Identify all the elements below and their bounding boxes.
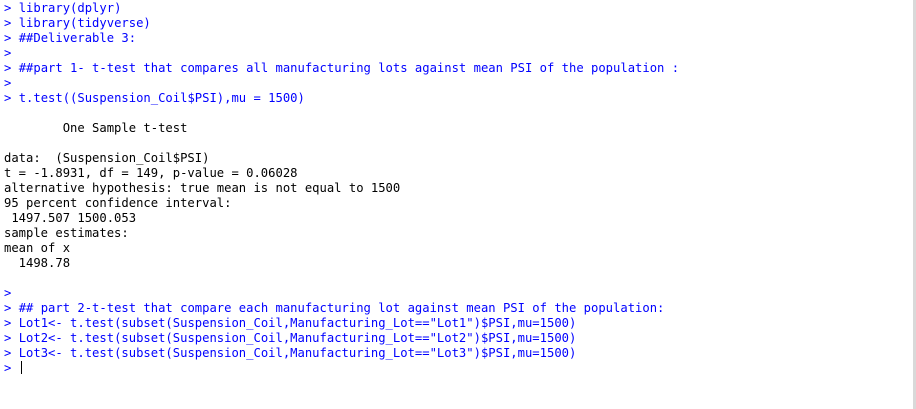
console-output-text: t = -1.8931, df = 149, p-value = 0.06028: [4, 166, 298, 180]
console-command-text: ##part 1- t-test that compares all manuf…: [18, 61, 680, 75]
console-input-line: > Lot1<- t.test(subset(Suspension_Coil,M…: [0, 316, 913, 331]
console-prompt: >: [4, 301, 19, 315]
console-prompt: >: [4, 91, 19, 105]
console-prompt: >: [4, 286, 19, 300]
console-command-text: Lot3<- t.test(subset(Suspension_Coil,Man…: [18, 346, 577, 360]
console-prompt: >: [4, 46, 19, 60]
console-output-line: data: (Suspension_Coil$PSI): [0, 151, 913, 166]
console-command-text: Lot1<- t.test(subset(Suspension_Coil,Man…: [18, 316, 577, 330]
console-prompt: >: [4, 361, 19, 375]
console-output-text: One Sample t-test: [4, 121, 188, 135]
console-output-line: alternative hypothesis: true mean is not…: [0, 181, 913, 196]
console-prompt: >: [4, 316, 19, 330]
text-cursor: [20, 361, 22, 374]
console-input-line: >: [0, 46, 913, 61]
console-output-line: One Sample t-test: [0, 121, 913, 136]
console-command-text: library(tidyverse): [18, 16, 151, 30]
console-command-text: Lot2<- t.test(subset(Suspension_Coil,Man…: [18, 331, 577, 345]
console-input-line: >: [0, 286, 913, 301]
r-console[interactable]: > library(dplyr) > library(tidyverse) > ##…: [0, 0, 913, 409]
console-prompt: >: [4, 331, 19, 345]
console-output-text: 95 percent confidence interval:: [4, 196, 232, 210]
console-prompt: >: [4, 31, 19, 45]
console-command-text: t.test((Suspension_Coil$PSI),mu = 1500): [18, 91, 305, 105]
console-output-text: alternative hypothesis: true mean is not…: [4, 181, 401, 195]
console-input-line: > Lot2<- t.test(subset(Suspension_Coil,M…: [0, 331, 913, 346]
console-prompt: >: [4, 76, 19, 90]
console-output-text: data: (Suspension_Coil$PSI): [4, 151, 210, 165]
console-input-line: >: [0, 76, 913, 91]
console-output-text: mean of x: [4, 241, 78, 255]
console-output-text: sample estimates:: [4, 226, 129, 240]
console-prompt: >: [4, 346, 19, 360]
console-prompt: >: [4, 1, 19, 15]
console-input-line: > t.test((Suspension_Coil$PSI),mu = 1500…: [0, 91, 913, 106]
console-output-line: 1497.507 1500.053: [0, 211, 913, 226]
console-output-line: 1498.78: [0, 256, 913, 271]
console-command-text: ## part 2-t-test that compare each manuf…: [18, 301, 665, 315]
console-active-input-line[interactable]: >: [0, 361, 913, 376]
console-input-line: > library(dplyr): [0, 1, 913, 16]
console-output-line: 95 percent confidence interval:: [0, 196, 913, 211]
console-output-line: mean of x: [0, 241, 913, 256]
console-input-line: > Lot3<- t.test(subset(Suspension_Coil,M…: [0, 346, 913, 361]
console-command-text: library(dplyr): [18, 1, 122, 15]
console-prompt: >: [4, 16, 19, 30]
console-prompt: >: [4, 61, 19, 75]
console-output-line: sample estimates:: [0, 226, 913, 241]
console-input-line: > ##part 1- t-test that compares all man…: [0, 61, 913, 76]
console-output-text: 1498.78: [4, 256, 78, 270]
console-output-text: 1497.507 1500.053: [4, 211, 137, 225]
console-input-line: > ##Deliverable 3:: [0, 31, 913, 46]
console-command-text: ##Deliverable 3:: [18, 31, 137, 45]
console-input-line: > library(tidyverse): [0, 16, 913, 31]
console-output-line: t = -1.8931, df = 149, p-value = 0.06028: [0, 166, 913, 181]
console-input-line: > ## part 2-t-test that compare each man…: [0, 301, 913, 316]
